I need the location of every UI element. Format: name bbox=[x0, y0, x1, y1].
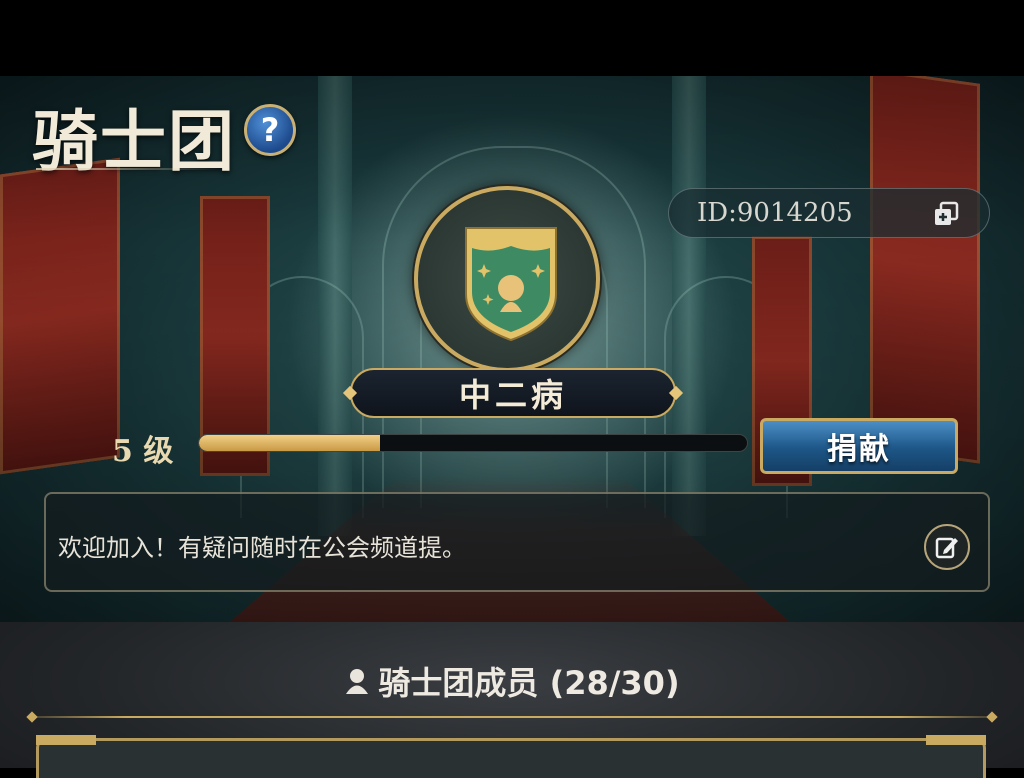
copy-icon[interactable] bbox=[933, 201, 959, 227]
guild-shield-emblem bbox=[465, 227, 557, 342]
guild-notice-text: 欢迎加入！有疑问随时在公会频道提。 bbox=[58, 534, 466, 562]
guild-emblem[interactable] bbox=[414, 186, 600, 372]
help-button[interactable]: ? bbox=[244, 104, 296, 156]
guild-name-bar: 中二病 bbox=[342, 368, 684, 418]
panel-corner-ornament bbox=[36, 735, 96, 745]
members-header: 骑士团成员 (28/30) bbox=[0, 658, 1024, 704]
section-divider bbox=[30, 716, 994, 718]
help-icon: ? bbox=[260, 111, 280, 149]
donate-button[interactable]: 捐献 bbox=[760, 418, 958, 474]
level-progress-bar bbox=[198, 434, 748, 452]
member-silhouette-icon bbox=[346, 669, 369, 694]
guild-level: 5 级 bbox=[112, 434, 174, 469]
guild-id-text: ID:9014205 bbox=[697, 198, 853, 228]
panel-corner-ornament bbox=[926, 735, 986, 745]
title-underline bbox=[36, 168, 222, 170]
members-list-panel bbox=[36, 735, 986, 778]
guild-id-pill: ID:9014205 bbox=[668, 188, 990, 238]
guild-name: 中二病 bbox=[458, 376, 567, 414]
members-title: 骑士团成员 (28/30) bbox=[378, 664, 680, 702]
edit-notice-button[interactable] bbox=[924, 524, 970, 570]
guild-notice-box: 欢迎加入！有疑问随时在公会频道提。 bbox=[44, 492, 990, 592]
level-progress-fill bbox=[199, 435, 380, 451]
top-black-bar bbox=[0, 0, 1024, 76]
edit-icon bbox=[935, 537, 958, 559]
